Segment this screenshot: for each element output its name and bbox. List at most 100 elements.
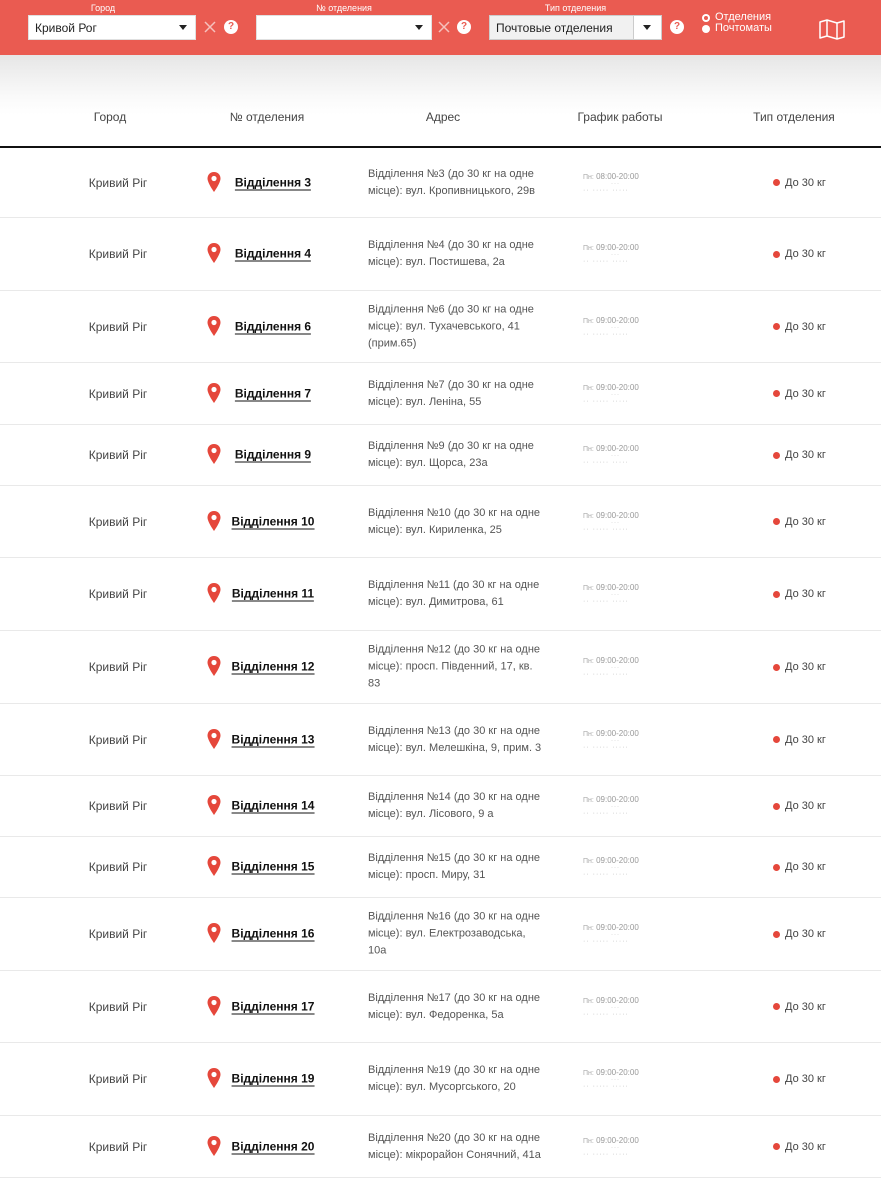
branch-link[interactable]: Відділення 3	[234, 175, 312, 190]
branch-link[interactable]: Відділення 19	[231, 1072, 315, 1087]
schedule-cell: Пн: 09:00-20:00 ··· ·· ····· ·····	[583, 316, 658, 340]
address-cell: Відділення №9 (до 30 кг на одне місце): …	[368, 440, 534, 469]
branch-link[interactable]: Відділення 14	[231, 799, 315, 814]
map-pin-icon[interactable]	[206, 728, 222, 750]
city-cell: Кривий Ріг	[88, 514, 148, 529]
schedule-collapsed: ·· ····· ·····	[583, 525, 629, 533]
map-pin-icon[interactable]	[206, 242, 222, 264]
schedule-collapsed: ·· ····· ·····	[583, 459, 629, 466]
map-pin-icon[interactable]	[206, 510, 222, 532]
branch-link[interactable]: Відділення 10	[231, 514, 315, 529]
map-pin-icon[interactable]	[206, 995, 222, 1017]
branch-type-label: До 30 кг	[785, 800, 826, 812]
branch-link[interactable]: Відділення 6	[234, 319, 312, 334]
status-dot-icon	[773, 736, 780, 743]
branch-link[interactable]: Відділення 12	[231, 660, 315, 675]
schedule-day: Пн:	[583, 446, 594, 453]
map-pin-icon[interactable]	[206, 382, 222, 404]
status-dot-icon	[773, 518, 780, 525]
branch-type-label: До 30 кг	[785, 1140, 826, 1153]
city-help-icon[interactable]: ?	[224, 20, 238, 34]
type-help-icon[interactable]: ?	[670, 20, 684, 34]
address-cell: Відділення №13 (до 30 кг на одне місце):…	[368, 724, 542, 754]
branch-type-cell: До 30 кг	[773, 734, 826, 746]
branch-link[interactable]: Відділення 15	[231, 860, 315, 875]
map-pin-icon[interactable]	[206, 922, 222, 944]
branch-type-cell: До 30 кг	[773, 388, 826, 400]
status-dot-icon	[773, 1075, 780, 1083]
table-row: Кривий Ріг Відділення 14 Відділення №14 (д…	[0, 776, 881, 837]
city-cell: Кривий Ріг	[88, 587, 148, 601]
address-cell: Відділення №12 (до 30 кг на одне місце):…	[368, 643, 541, 690]
branch-link[interactable]: Відділення 17	[231, 999, 315, 1014]
schedule-day: Пн:	[583, 925, 594, 932]
schedule-cell: Пн: 09:00-20:00 ··· ·· ····· ·····	[583, 923, 658, 947]
address-cell: Відділення №7 (до 30 кг на одне місце): …	[368, 378, 534, 408]
status-dot-icon	[773, 451, 780, 459]
branch-link[interactable]: Відділення 13	[231, 732, 315, 747]
table-row: Кривий Ріг Відділення 13 Відділення №13 (д…	[0, 704, 881, 776]
status-dot-icon	[773, 863, 780, 871]
branch-type-label: До 30 кг	[785, 1073, 826, 1085]
chevron-down-icon	[415, 25, 423, 30]
address-cell: Відділення №3 (до 30 кг на одне місце): …	[368, 167, 535, 197]
map-pin-icon[interactable]	[206, 855, 222, 877]
branch-type-cell: До 30 кг	[773, 248, 826, 260]
chevron-down-icon	[643, 25, 651, 30]
schedule-cell: Пн: 09:00-20:00 ··· ·· ····· ·····	[583, 383, 658, 407]
type-select[interactable]: Почтовые отделения	[489, 15, 662, 40]
branch-type-cell: До 30 кг	[773, 321, 826, 333]
branch-link[interactable]: Відділення 7	[234, 386, 312, 401]
schedule-cell: Пн: 09:00-20:00 ··· ·· ····· ·····	[583, 444, 658, 468]
branch-type-label: До 30 кг	[785, 661, 826, 673]
city-cell: Кривий Ріг	[88, 175, 148, 190]
table-row: Кривий Ріг Відділення 3 Відділення №3 (до …	[0, 148, 881, 218]
schedule-collapsed: ·· ····· ·····	[583, 258, 629, 265]
status-dot-icon	[773, 250, 780, 258]
branch-help-icon[interactable]: ?	[457, 20, 471, 34]
map-pin-icon[interactable]	[206, 315, 222, 337]
schedule-collapsed: ·· ····· ·····	[583, 330, 629, 338]
schedule-day: Пн:	[583, 658, 594, 665]
schedule-cell: Пн: 09:00-20:00 ··· ·· ····· ·····	[583, 1136, 658, 1160]
map-pin-icon[interactable]	[206, 443, 222, 465]
close-icon[interactable]	[202, 19, 218, 35]
schedule-day: Пн:	[583, 173, 594, 181]
radio-unselected-icon	[702, 24, 710, 33]
table-row: Кривий Ріг Відділення 6 Відділення №6 (до …	[0, 291, 881, 363]
map-pin-icon[interactable]	[206, 1135, 222, 1157]
close-icon[interactable]	[436, 19, 452, 35]
city-cell: Кривий Ріг	[88, 319, 148, 334]
map-pin-icon[interactable]	[206, 171, 222, 193]
map-icon[interactable]	[818, 18, 846, 40]
address-cell: Відділення №14 (до 30 кг на одне місце):…	[368, 791, 541, 820]
schedule-day: Пн:	[583, 1137, 594, 1145]
branch-type-cell: До 30 кг	[773, 861, 826, 873]
branch-type-cell: До 30 кг	[773, 588, 826, 600]
city-select[interactable]: Кривой Рог	[28, 15, 196, 40]
table-header: Город № отделения Адрес График работы Ти…	[0, 100, 881, 148]
branch-link[interactable]: Відділення 4	[234, 247, 312, 262]
map-pin-icon[interactable]	[206, 582, 222, 604]
branch-type-label: До 30 кг	[785, 1000, 826, 1013]
radio-selected-icon	[702, 13, 710, 22]
filter-bar: Город Кривой Рог ? № отделения ? Тип отд…	[0, 0, 881, 55]
branch-select[interactable]	[256, 15, 432, 40]
status-dot-icon	[773, 802, 780, 810]
city-cell: Кривий Ріг	[88, 1072, 148, 1086]
table-row: Кривий Ріг Відділення 10 Відділення №10 (д…	[0, 486, 881, 558]
branch-type-label: До 30 кг	[785, 176, 826, 189]
branch-link[interactable]: Відділення 20	[231, 1139, 315, 1154]
branch-type-cell: До 30 кг	[773, 1141, 826, 1153]
map-pin-icon[interactable]	[206, 655, 222, 677]
status-dot-icon	[773, 323, 780, 330]
branch-link[interactable]: Відділення 9	[234, 448, 312, 463]
column-header-branch: № отделения	[229, 110, 305, 124]
branch-link[interactable]: Відділення 11	[231, 587, 315, 602]
address-cell: Відділення №4 (до 30 кг на одне місце): …	[368, 239, 534, 268]
schedule-day: Пн:	[583, 245, 594, 252]
map-pin-icon[interactable]	[206, 794, 222, 816]
radio-lockers[interactable]: Почтоматы	[702, 23, 772, 34]
branch-link[interactable]: Відділення 16	[231, 927, 315, 942]
map-pin-icon[interactable]	[206, 1067, 222, 1089]
